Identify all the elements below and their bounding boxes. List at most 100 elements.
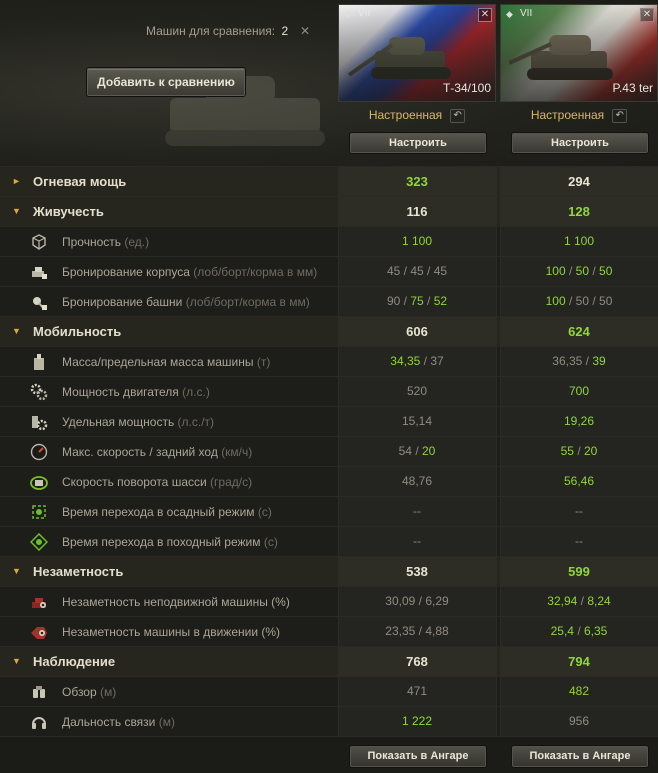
category-row[interactable]: ▼ Мобильность 606 624 [0,316,658,347]
parameter-label: Время перехода в осадный режим (с) [62,505,272,519]
parameter-row: Незаметность неподвижной машины (%) 30,09… [0,586,658,617]
parameter-value-vehicle-2: 19,26 [500,414,658,428]
parameter-name: Мощность двигателя [62,385,179,399]
value-part: 956 [568,714,590,728]
vehicle-card[interactable]: ◆ VII ✕ P.43 ter [500,4,658,102]
vehicle-tier: VII [520,8,533,19]
configure-button[interactable]: Настроить [512,133,648,153]
parameter-name: Незаметность неподвижной машины (%) [62,595,290,609]
category-value-vehicle-1: 606 [406,324,428,339]
parameter-name: Обзор [62,685,97,699]
value-separator: / [420,354,431,368]
value-part: 30,09 [385,594,416,608]
configure-button[interactable]: Настроить [350,133,486,153]
reset-config-icon[interactable]: ↶ [612,108,628,123]
parameter-unit: (л.с./т) [177,415,215,429]
vehicle-config-state: Настроенная ↶ [338,108,496,123]
parameter-unit: (лоб/борт/корма в мм) [185,295,310,309]
value-part: 32,94 [547,594,578,608]
show-in-hangar-button[interactable]: Показать в Ангаре [512,746,648,767]
engine-power-icon [30,383,48,401]
parameter-unit: (с) [257,505,272,519]
view-range-icon [33,686,45,698]
parameter-unit: (с) [263,535,278,549]
value-part: 100 [545,264,566,278]
parameter-value-vehicle-1: 34,35 / 37 [338,354,496,368]
value-part: 520 [406,384,428,398]
value-part: 4,88 [425,624,449,638]
value-separator: / [415,594,426,608]
value-part: 1 100 [563,234,595,248]
parameter-name: Макс. скорость / задний ход [62,445,218,459]
show-in-hangar-button[interactable]: Показать в Ангаре [350,746,486,767]
parameter-row: Скорость поворота шасси (град/с) 48,76 56,… [0,466,658,497]
category-row[interactable]: ▼ Живучесть 116 128 [0,196,658,227]
remove-vehicle-close-icon[interactable]: ✕ [478,8,492,22]
durability-icon [32,234,46,250]
parameter-value-vehicle-2: 100 / 50 / 50 [500,294,658,308]
value-separator: / [400,294,411,308]
value-part: 45 [386,264,401,278]
value-separator: / [423,294,434,308]
parameter-name: Дальность связи [62,715,156,729]
category-value-vehicle-2: 599 [568,564,590,579]
value-part: 55 [560,444,574,458]
category-value-vehicle-2: 294 [568,174,590,189]
parameter-value-vehicle-1: 15,14 [338,414,496,428]
reset-config-icon[interactable]: ↶ [450,108,466,123]
value-part: 23,35 [385,624,416,638]
parameter-row: Бронирование корпуса (лоб/борт/корма в м… [0,256,658,287]
footer-bar: Показать в Ангаре Показать в Ангаре [0,736,658,773]
parameter-name: Прочность [62,235,122,249]
vehicle-compare-panel: Машин для сравнения: 2 ✕ Добавить к срав… [0,0,658,773]
category-value-vehicle-1: 323 [406,174,428,189]
chevron-down-icon[interactable]: ▼ [12,566,21,576]
parameter-unit: (км/ч) [221,445,253,459]
value-part: 19,26 [563,414,595,428]
value-part: -- [575,504,583,518]
parameter-value-vehicle-1: 48,76 [338,474,496,488]
value-part: 54 [398,444,412,458]
parameter-name: Время перехода в осадный режим [62,505,255,519]
value-part: 90 [386,294,401,308]
parameter-value-vehicle-1: 90 / 75 / 52 [338,294,496,308]
parameter-value-vehicle-2: 32,94 / 8,24 [500,594,658,608]
vehicle-tier: VII [358,8,371,19]
parameter-value-vehicle-2: 482 [500,684,658,698]
chevron-down-icon[interactable]: ▼ [12,326,21,336]
parameter-value-vehicle-2: -- [500,534,658,548]
clear-compare-close-icon[interactable]: ✕ [296,22,314,40]
value-part: 6,29 [425,594,449,608]
value-part: 34,35 [390,354,421,368]
value-separator: / [582,354,593,368]
chevron-down-icon[interactable]: ▼ [12,206,21,216]
parameter-value-vehicle-2: 56,46 [500,474,658,488]
chevron-right-icon[interactable]: ► [12,176,21,186]
value-part: 6,35 [584,624,608,638]
category-row[interactable]: ▼ Незаметность 538 599 [0,556,658,587]
parameter-value-vehicle-1: 471 [338,684,496,698]
compare-count-text: Машин для сравнения: [146,24,276,38]
vehicle-card[interactable]: ◆ VII ✕ Т-34/100 [338,4,496,102]
speed-icon [30,443,48,461]
parameter-value-vehicle-1: 45 / 45 / 45 [338,264,496,278]
value-part: 75 [410,294,424,308]
chevron-down-icon[interactable]: ▼ [12,656,21,666]
parameter-unit: (л.с.) [182,385,210,399]
parameter-value-vehicle-1: 1 100 [338,234,496,248]
remove-vehicle-close-icon[interactable]: ✕ [640,8,654,22]
hull-armor-icon [32,267,47,279]
add-to-compare-button[interactable]: Добавить к сравнению [87,68,245,96]
category-label: Огневая мощь [33,174,127,189]
value-separator: / [423,264,434,278]
value-part: 20 [584,444,598,458]
category-label: Наблюдение [33,654,116,669]
parameter-label: Макс. скорость / задний ход (км/ч) [62,445,252,459]
parameter-row: Масса/предельная масса машины (т) 34,35 /… [0,346,658,377]
category-row[interactable]: ▼ Наблюдение 768 794 [0,646,658,677]
camo-stationary-icon [32,598,46,608]
parameter-label: Удельная мощность (л.с./т) [62,415,214,429]
vehicle-column-2: ◆ VII ✕ P.43 ter Настроенная ↶ Настроить [500,0,658,166]
category-row[interactable]: ► Огневая мощь 323 294 [0,166,658,197]
light-tank-type-icon: ◆ [506,9,513,19]
